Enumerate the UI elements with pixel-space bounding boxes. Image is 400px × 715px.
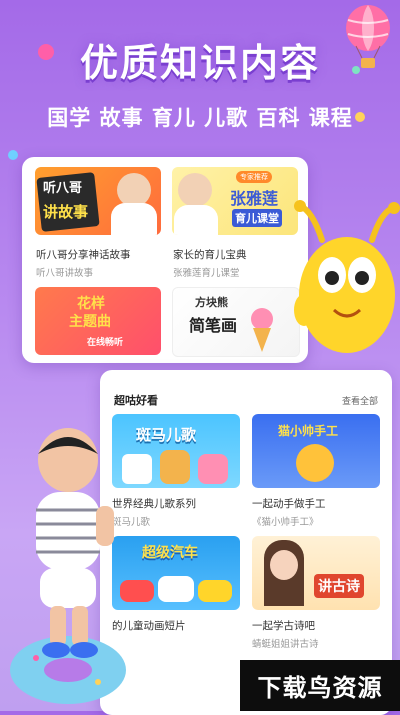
cat-character <box>296 444 334 482</box>
thumbnail-theme-songs[interactable]: 花样 主题曲 在线畅听 <box>35 287 161 355</box>
thumb-label: 主题曲 <box>69 314 111 330</box>
host-avatar <box>178 173 212 207</box>
cone-shape <box>253 328 271 352</box>
thumb-label: 花样 <box>77 296 105 312</box>
item-title[interactable]: 一起学古诗吧 <box>252 618 315 633</box>
watermark-logo: 下载鸟资源 <box>240 660 400 711</box>
host-avatar <box>117 173 151 207</box>
host-avatar <box>270 550 298 580</box>
item-subtitle: 《猫小帅手工》 <box>252 517 319 528</box>
ice-cream-icon <box>251 308 273 330</box>
item-title[interactable]: 家长的育儿宝典 <box>173 247 247 262</box>
thumb-label: 听八哥 <box>43 181 83 196</box>
item-subtitle: 张雅莲育儿课堂 <box>173 268 240 279</box>
boy-character-illustration <box>10 428 126 704</box>
thumbnail-parenting[interactable]: 专家推荐 张雅莲 育儿课堂 <box>172 167 298 235</box>
thumb-label: 讲古诗 <box>314 574 364 598</box>
thumb-label: 张雅莲 <box>230 189 279 208</box>
thumb-badge: 专家推荐 <box>236 171 272 183</box>
host-body <box>111 203 157 235</box>
page-headline: 优质知识内容 <box>79 41 320 85</box>
character-shape <box>160 450 190 484</box>
host-body <box>174 205 218 235</box>
thumb-label: 方块熊 <box>195 296 228 309</box>
thumb-label: 简笔画 <box>189 316 238 335</box>
category-subline: 国学 故事 育儿 儿歌 百科 课程 <box>47 106 353 130</box>
item-title[interactable]: 一起动手做手工 <box>252 496 326 511</box>
thumbnail-drawing[interactable]: 方块熊 简笔画 <box>172 287 300 357</box>
decor-dot <box>8 150 18 160</box>
thumb-label: 育儿课堂 <box>232 209 282 227</box>
section-title: 超咕好看 <box>114 394 158 407</box>
thumbnail-poems[interactable]: 讲古诗 <box>252 536 380 610</box>
item-title[interactable]: 听八哥分享神话故事 <box>36 247 131 262</box>
item-subtitle: 听八哥讲故事 <box>36 268 94 279</box>
car-shape <box>158 576 194 602</box>
character-shape <box>198 454 228 484</box>
car-shape <box>198 580 232 602</box>
thumbnail-story[interactable]: 听八哥 讲故事 <box>35 167 161 235</box>
featured-content-card: 听八哥 讲故事 听八哥分享神话故事 听八哥讲故事 专家推荐 张雅莲 育儿课堂 家… <box>22 157 308 363</box>
yellow-mascot-illustration <box>294 200 400 353</box>
item-subtitle: 蜻蜓姐姐讲古诗 <box>252 639 319 650</box>
thumb-label: 讲故事 <box>43 203 89 221</box>
thumbnail-cat-crafts[interactable]: 猫小帅手工 <box>252 414 380 488</box>
thumb-label: 在线畅听 <box>87 338 124 348</box>
see-all-link[interactable]: 查看全部 <box>342 394 378 407</box>
thumb-label: 猫小帅手工 <box>278 424 339 438</box>
